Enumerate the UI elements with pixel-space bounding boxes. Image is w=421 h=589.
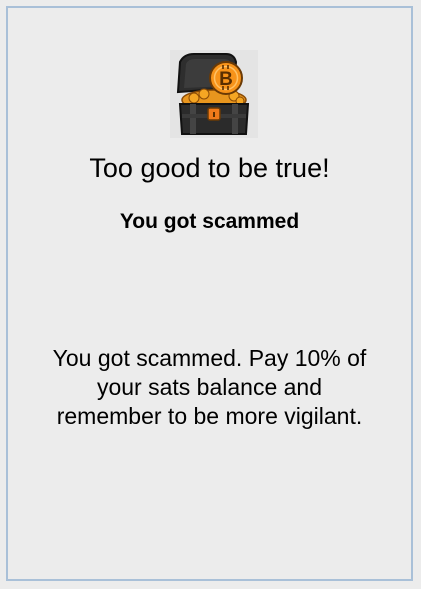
card-subtitle: You got scammed xyxy=(119,210,300,233)
card-title: Too good to be true! xyxy=(89,153,330,183)
card-message: You got scammed. Pay 10% of your sats ba… xyxy=(52,345,367,429)
svg-text:B: B xyxy=(219,69,233,90)
event-card: B Too good to be true! You got scammed Y… xyxy=(6,6,413,581)
treasure-chest-bitcoin-icon: B xyxy=(168,48,260,140)
